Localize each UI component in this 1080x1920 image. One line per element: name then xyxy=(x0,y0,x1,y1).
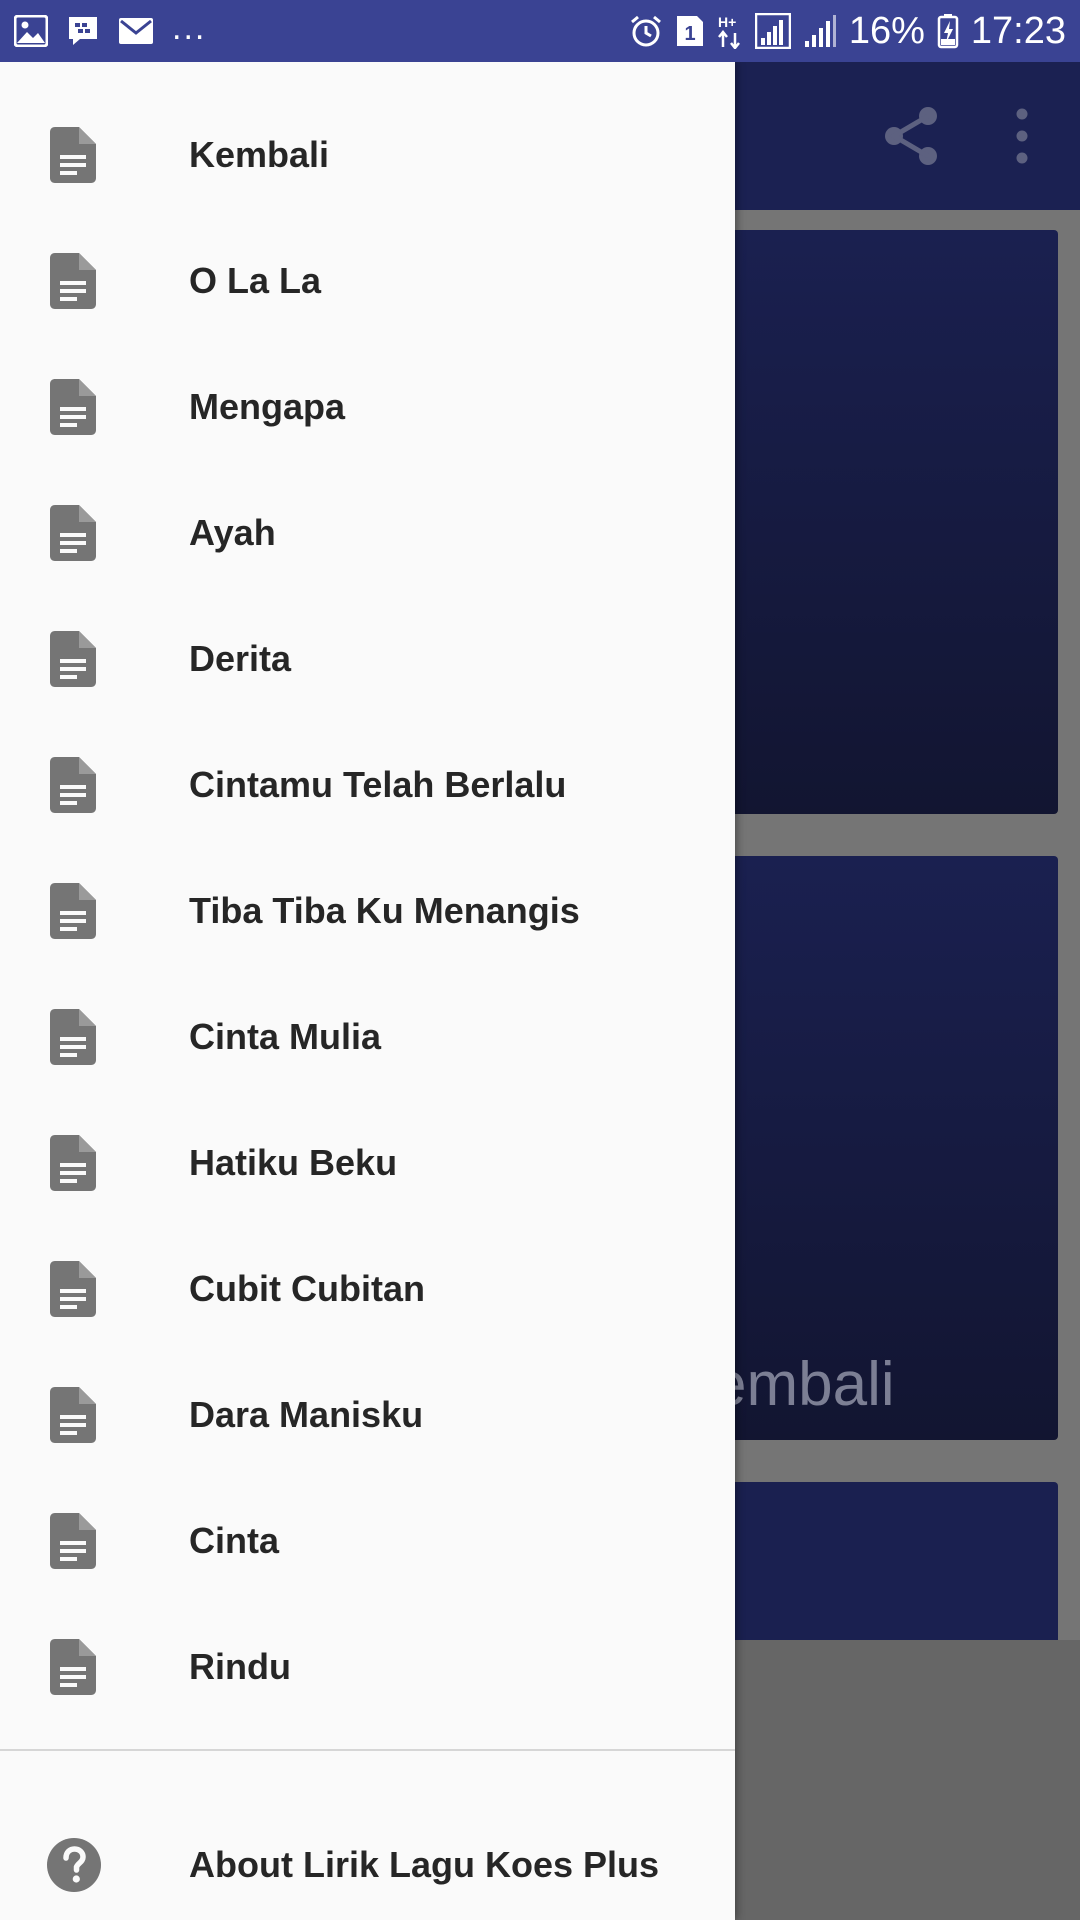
alarm-icon xyxy=(629,14,663,48)
drawer-item-label: Ayah xyxy=(189,512,276,553)
status-bar: ... 1 H+ 16% 17:23 xyxy=(0,0,1080,62)
share-button[interactable] xyxy=(880,104,944,168)
drawer-item-label: Cubit Cubitan xyxy=(189,1268,425,1309)
document-icon xyxy=(50,127,96,183)
drawer-item-o-la-la[interactable]: O La La xyxy=(0,218,735,344)
drawer-item-rindu[interactable]: Rindu xyxy=(0,1604,735,1730)
bbm-icon xyxy=(66,15,100,47)
drawer-item-label: About Lirik Lagu Koes Plus xyxy=(189,1844,660,1885)
svg-text:1: 1 xyxy=(684,23,695,45)
drawer-item-dara-manisku[interactable]: Dara Manisku xyxy=(0,1352,735,1478)
share-icon xyxy=(885,107,937,165)
help-circle-icon xyxy=(46,1837,102,1893)
document-icon xyxy=(50,1513,96,1569)
clock: 17:23 xyxy=(970,10,1066,52)
signal-icon xyxy=(754,13,791,49)
document-icon xyxy=(50,1387,96,1443)
drawer-item-cubit-cubitan[interactable]: Cubit Cubitan xyxy=(0,1226,735,1352)
svg-text:H+: H+ xyxy=(718,14,736,30)
drawer-item-label: Rindu xyxy=(189,1646,291,1687)
document-icon xyxy=(50,757,96,813)
navigation-drawer: Kembali O La La Mengapa Ayah Derita Cint… xyxy=(0,62,735,1920)
document-icon xyxy=(50,883,96,939)
drawer-item-label: Dara Manisku xyxy=(189,1394,424,1435)
drawer-item-mengapa[interactable]: Mengapa xyxy=(0,344,735,470)
image-icon xyxy=(14,15,48,47)
drawer-item-label: Cinta xyxy=(189,1520,279,1561)
drawer-item-ayah[interactable]: Ayah xyxy=(0,470,735,596)
drawer-item-label: Cintamu Telah Berlalu xyxy=(189,764,567,805)
more-vert-icon xyxy=(1016,108,1028,164)
drawer-item-kembali[interactable]: Kembali xyxy=(0,92,735,218)
drawer-divider xyxy=(0,1749,735,1751)
drawer-item-label: Cinta Mulia xyxy=(189,1016,382,1057)
song-card-title: embali xyxy=(712,1350,895,1419)
document-icon xyxy=(50,253,96,309)
mail-icon xyxy=(118,16,154,46)
screen: ... 1 H+ 16% 17:23 embali Kembali O La L… xyxy=(0,0,1080,1920)
drawer-item-label: Kembali xyxy=(189,134,330,175)
document-icon xyxy=(50,1009,96,1065)
status-bar-notifications: ... xyxy=(14,0,206,62)
document-icon xyxy=(50,1639,96,1695)
document-icon xyxy=(50,631,96,687)
drawer-item-derita[interactable]: Derita xyxy=(0,596,735,722)
document-icon xyxy=(50,1261,96,1317)
battery-percent: 16% xyxy=(848,10,925,52)
drawer-item-about[interactable]: About Lirik Lagu Koes Plus xyxy=(0,1802,735,1920)
drawer-item-label: Tiba Tiba Ku Menangis xyxy=(189,890,580,931)
drawer-item-label: O La La xyxy=(189,260,322,301)
notification-overflow: ... xyxy=(172,9,207,47)
drawer-item-cintamu-telah-berlalu[interactable]: Cintamu Telah Berlalu xyxy=(0,722,735,848)
document-icon xyxy=(50,505,96,561)
battery-charging-icon xyxy=(937,13,959,49)
drawer-item-tiba-tiba-ku-menangis[interactable]: Tiba Tiba Ku Menangis xyxy=(0,848,735,974)
sim-1-icon: 1 xyxy=(675,14,705,48)
drawer-item-cinta-mulia[interactable]: Cinta Mulia xyxy=(0,974,735,1100)
signal-2-icon xyxy=(803,13,837,49)
drawer-item-label: Mengapa xyxy=(189,386,346,427)
more-options-button[interactable] xyxy=(1004,104,1040,168)
drawer-item-label: Derita xyxy=(189,638,292,679)
document-icon xyxy=(50,1135,96,1191)
hplus-data-icon: H+ xyxy=(717,13,743,49)
document-icon xyxy=(50,379,96,435)
status-bar-system: 1 H+ 16% 17:23 xyxy=(617,0,1066,62)
drawer-song-list: Kembali O La La Mengapa Ayah Derita Cint… xyxy=(0,92,735,1730)
drawer-item-label: Hatiku Beku xyxy=(189,1142,398,1183)
drawer-item-cinta[interactable]: Cinta xyxy=(0,1478,735,1604)
drawer-item-hatiku-beku[interactable]: Hatiku Beku xyxy=(0,1100,735,1226)
